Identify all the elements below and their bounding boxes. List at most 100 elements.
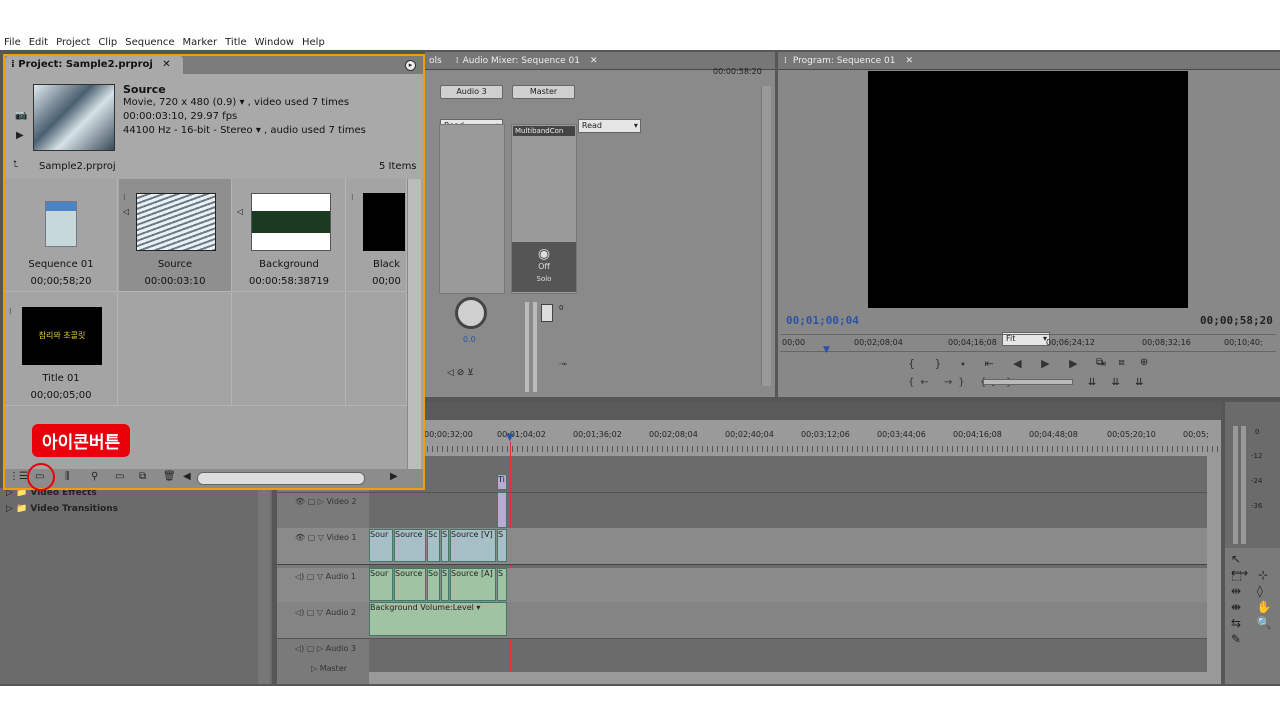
bin-cell-empty [119, 293, 232, 406]
project-tab-bar: ⁞ Project: Sample2.prproj ✕ ▸ [5, 56, 423, 74]
tab-project[interactable]: ⁞ Project: Sample2.prproj ✕ [5, 56, 183, 74]
source-info-line2: 00:00:03:10, 29.97 fps [123, 111, 238, 122]
black-video-thumbnail [363, 193, 405, 251]
menu-help[interactable]: Help [302, 37, 325, 48]
jog-shuttle[interactable] [983, 379, 1073, 385]
effect-slot[interactable]: MultibandCon [513, 126, 575, 136]
bin-item-source[interactable]: ⁝ ◁ Source 00:00:03:10 [119, 179, 232, 292]
transport-controls[interactable]: { } ⬩ ⇤ ◀ ▶ ▶ ⇥ [908, 357, 1114, 371]
track-label-audio3[interactable]: ◁) ▢ ▷ Audio 3 [295, 644, 356, 653]
automate-to-sequence-icon[interactable]: ⫼ [65, 471, 70, 482]
title-clip-v2[interactable]: Ti [497, 474, 507, 490]
bin-item-background[interactable]: ◁ Background 00:00:58:38719 [233, 179, 346, 292]
background-audio-clip[interactable]: Background Volume:Level ▾ [369, 602, 507, 636]
bin-vscroll[interactable] [407, 179, 421, 469]
video-clip[interactable]: Sour [369, 529, 393, 562]
effects-rack-audio3 [439, 124, 505, 294]
playhead-icon[interactable]: ▼ [823, 345, 830, 355]
scroll-left-icon[interactable]: ◀ [183, 471, 191, 482]
pen-tool-icon[interactable]: ✎ [1231, 632, 1241, 646]
new-item-icon[interactable]: ⧉ [139, 471, 146, 482]
menu-clip[interactable]: Clip [98, 37, 117, 48]
program-time-ruler[interactable]: 00;00 00;02;08;04 00;04;16;08 00;06;24;1… [780, 334, 1276, 352]
insert-overlay-icons[interactable]: ⇊ ⇊ ⇊ [1088, 377, 1150, 388]
video-clip[interactable]: Source [394, 529, 426, 562]
close-icon[interactable]: ✕ [590, 56, 598, 66]
automation-mode-master[interactable]: Read [577, 119, 641, 133]
sequence-icon [45, 201, 77, 247]
list-view-icon[interactable]: ⋮☰ [9, 471, 28, 482]
scroll-right-icon[interactable]: ▶ [390, 471, 398, 482]
lift-extract-icons[interactable]: ⧉ ⧈ ⊕ [1096, 357, 1154, 368]
fader-zero-label: 0 [559, 304, 564, 312]
master-fader-handle[interactable] [541, 304, 553, 322]
ruler-tick: 00;10;40; [1224, 338, 1263, 347]
video-clip[interactable]: Source [V] [450, 529, 496, 562]
menu-window[interactable]: Window [255, 37, 294, 48]
menu-title[interactable]: Title [225, 37, 246, 48]
find-icon[interactable]: ⚲ [91, 471, 98, 482]
ruler-tick: 00;04;16;08 [948, 338, 997, 347]
tree-item-video-transitions[interactable]: ▷ 📁 Video Transitions [6, 504, 118, 514]
pan-value: 0.0 [463, 335, 476, 344]
video-clip[interactable]: Sc [427, 529, 440, 562]
film-icon: ⁝ [351, 193, 354, 202]
ruler-tick: 00;03;12;06 [801, 430, 850, 439]
ripple-tool-icon[interactable]: ⬚ ⊹ [1231, 568, 1274, 582]
menu-sequence[interactable]: Sequence [125, 37, 174, 48]
audio-clip[interactable]: S [441, 568, 449, 601]
effects-scrollbar[interactable] [258, 488, 270, 684]
video-clip[interactable]: S [497, 529, 507, 562]
mute-icon[interactable]: ◁ ⊘ ⊻ [447, 368, 474, 378]
close-icon[interactable]: ✕ [905, 56, 913, 66]
new-bin-icon[interactable]: ▭ [115, 471, 124, 482]
source-preview-thumbnail [33, 84, 115, 151]
mixer-scrollbar[interactable] [761, 86, 771, 386]
panel-menu-icon[interactable]: ▸ [405, 60, 416, 71]
menu-file[interactable]: File [4, 37, 21, 48]
speaker-icon: ◁ [123, 207, 130, 216]
rolling-tool-icon[interactable]: ⇹ ◊ [1231, 584, 1269, 598]
callout-label: 아이콘버튼 [32, 424, 131, 457]
audio-clip[interactable]: Source [A] [450, 568, 496, 601]
track-divider [277, 564, 1207, 565]
audio-clip[interactable]: S [497, 568, 507, 601]
clear-icon[interactable]: 🗑 [163, 471, 176, 482]
solo-label[interactable]: Solo [512, 275, 576, 283]
bin-item-title[interactable]: 참리와 초콜릿 ⁝ Title 01 00;00;05;00 [5, 293, 118, 406]
timeline-hscroll[interactable] [369, 672, 1207, 684]
audio-clip[interactable]: So [427, 568, 440, 601]
program-current-timecode[interactable]: 00;01;00;04 [786, 314, 859, 327]
menu-marker[interactable]: Marker [183, 37, 218, 48]
video-clip[interactable]: S [441, 529, 449, 562]
slide-tool-icon[interactable]: ⇆ 🔍 [1231, 616, 1278, 630]
track-label-master[interactable]: ▷ Master [311, 664, 347, 673]
track-label-audio1[interactable]: ◁) ▢ ▽ Audio 1 [295, 572, 356, 581]
track-label-video2[interactable]: 👁 ▢ ▷ Video 2 [295, 497, 357, 506]
knob-icon[interactable]: ◉ [512, 246, 576, 262]
slip-tool-icon[interactable]: ⇼ ✋ [1231, 600, 1278, 614]
audio-clip[interactable]: Sour [369, 568, 393, 601]
program-monitor-panel: ⁞ Program: Sequence 01 ✕ 00;01;00;04 Fit… [778, 52, 1280, 397]
close-icon[interactable]: ✕ [162, 59, 170, 70]
track-label-audio2[interactable]: ◁) ▢ ▽ Audio 2 [295, 608, 356, 617]
track-label-video1[interactable]: 👁 ▢ ▽ Video 1 [295, 533, 357, 542]
effects-panel: ▷ 📁 Video Effects ▷ 📁 Video Transitions [0, 488, 272, 684]
bin-hscroll[interactable] [197, 472, 365, 485]
project-toolbar: ⋮☰ ▭ ⫼ ⚲ ▭ ⧉ 🗑 ◀ ▶ [5, 469, 423, 488]
meter-bar-left [1233, 426, 1238, 544]
tab-program[interactable]: Program: Sequence 01 [793, 56, 896, 66]
menu-project[interactable]: Project [56, 37, 90, 48]
audio-clip[interactable]: Source [394, 568, 426, 601]
tab-audio-mixer[interactable]: Audio Mixer: Sequence 01 [463, 56, 580, 66]
title-clip-v2b[interactable] [497, 492, 507, 528]
menu-edit[interactable]: Edit [29, 37, 48, 48]
tab-effect-controls[interactable]: ols [429, 56, 442, 66]
timeline-vscroll[interactable] [1207, 456, 1221, 684]
play-icon[interactable]: ▶ [16, 130, 24, 141]
bin-item-sequence[interactable]: Sequence 01 00;00;58;20 [5, 179, 118, 292]
pan-knob[interactable] [455, 297, 487, 329]
bin-item-black[interactable]: ⁝ Black 00;00 [347, 179, 407, 292]
parent-folder-icon[interactable]: ⮤ [13, 160, 18, 170]
poster-frame-icon[interactable]: 📷 [15, 110, 27, 121]
